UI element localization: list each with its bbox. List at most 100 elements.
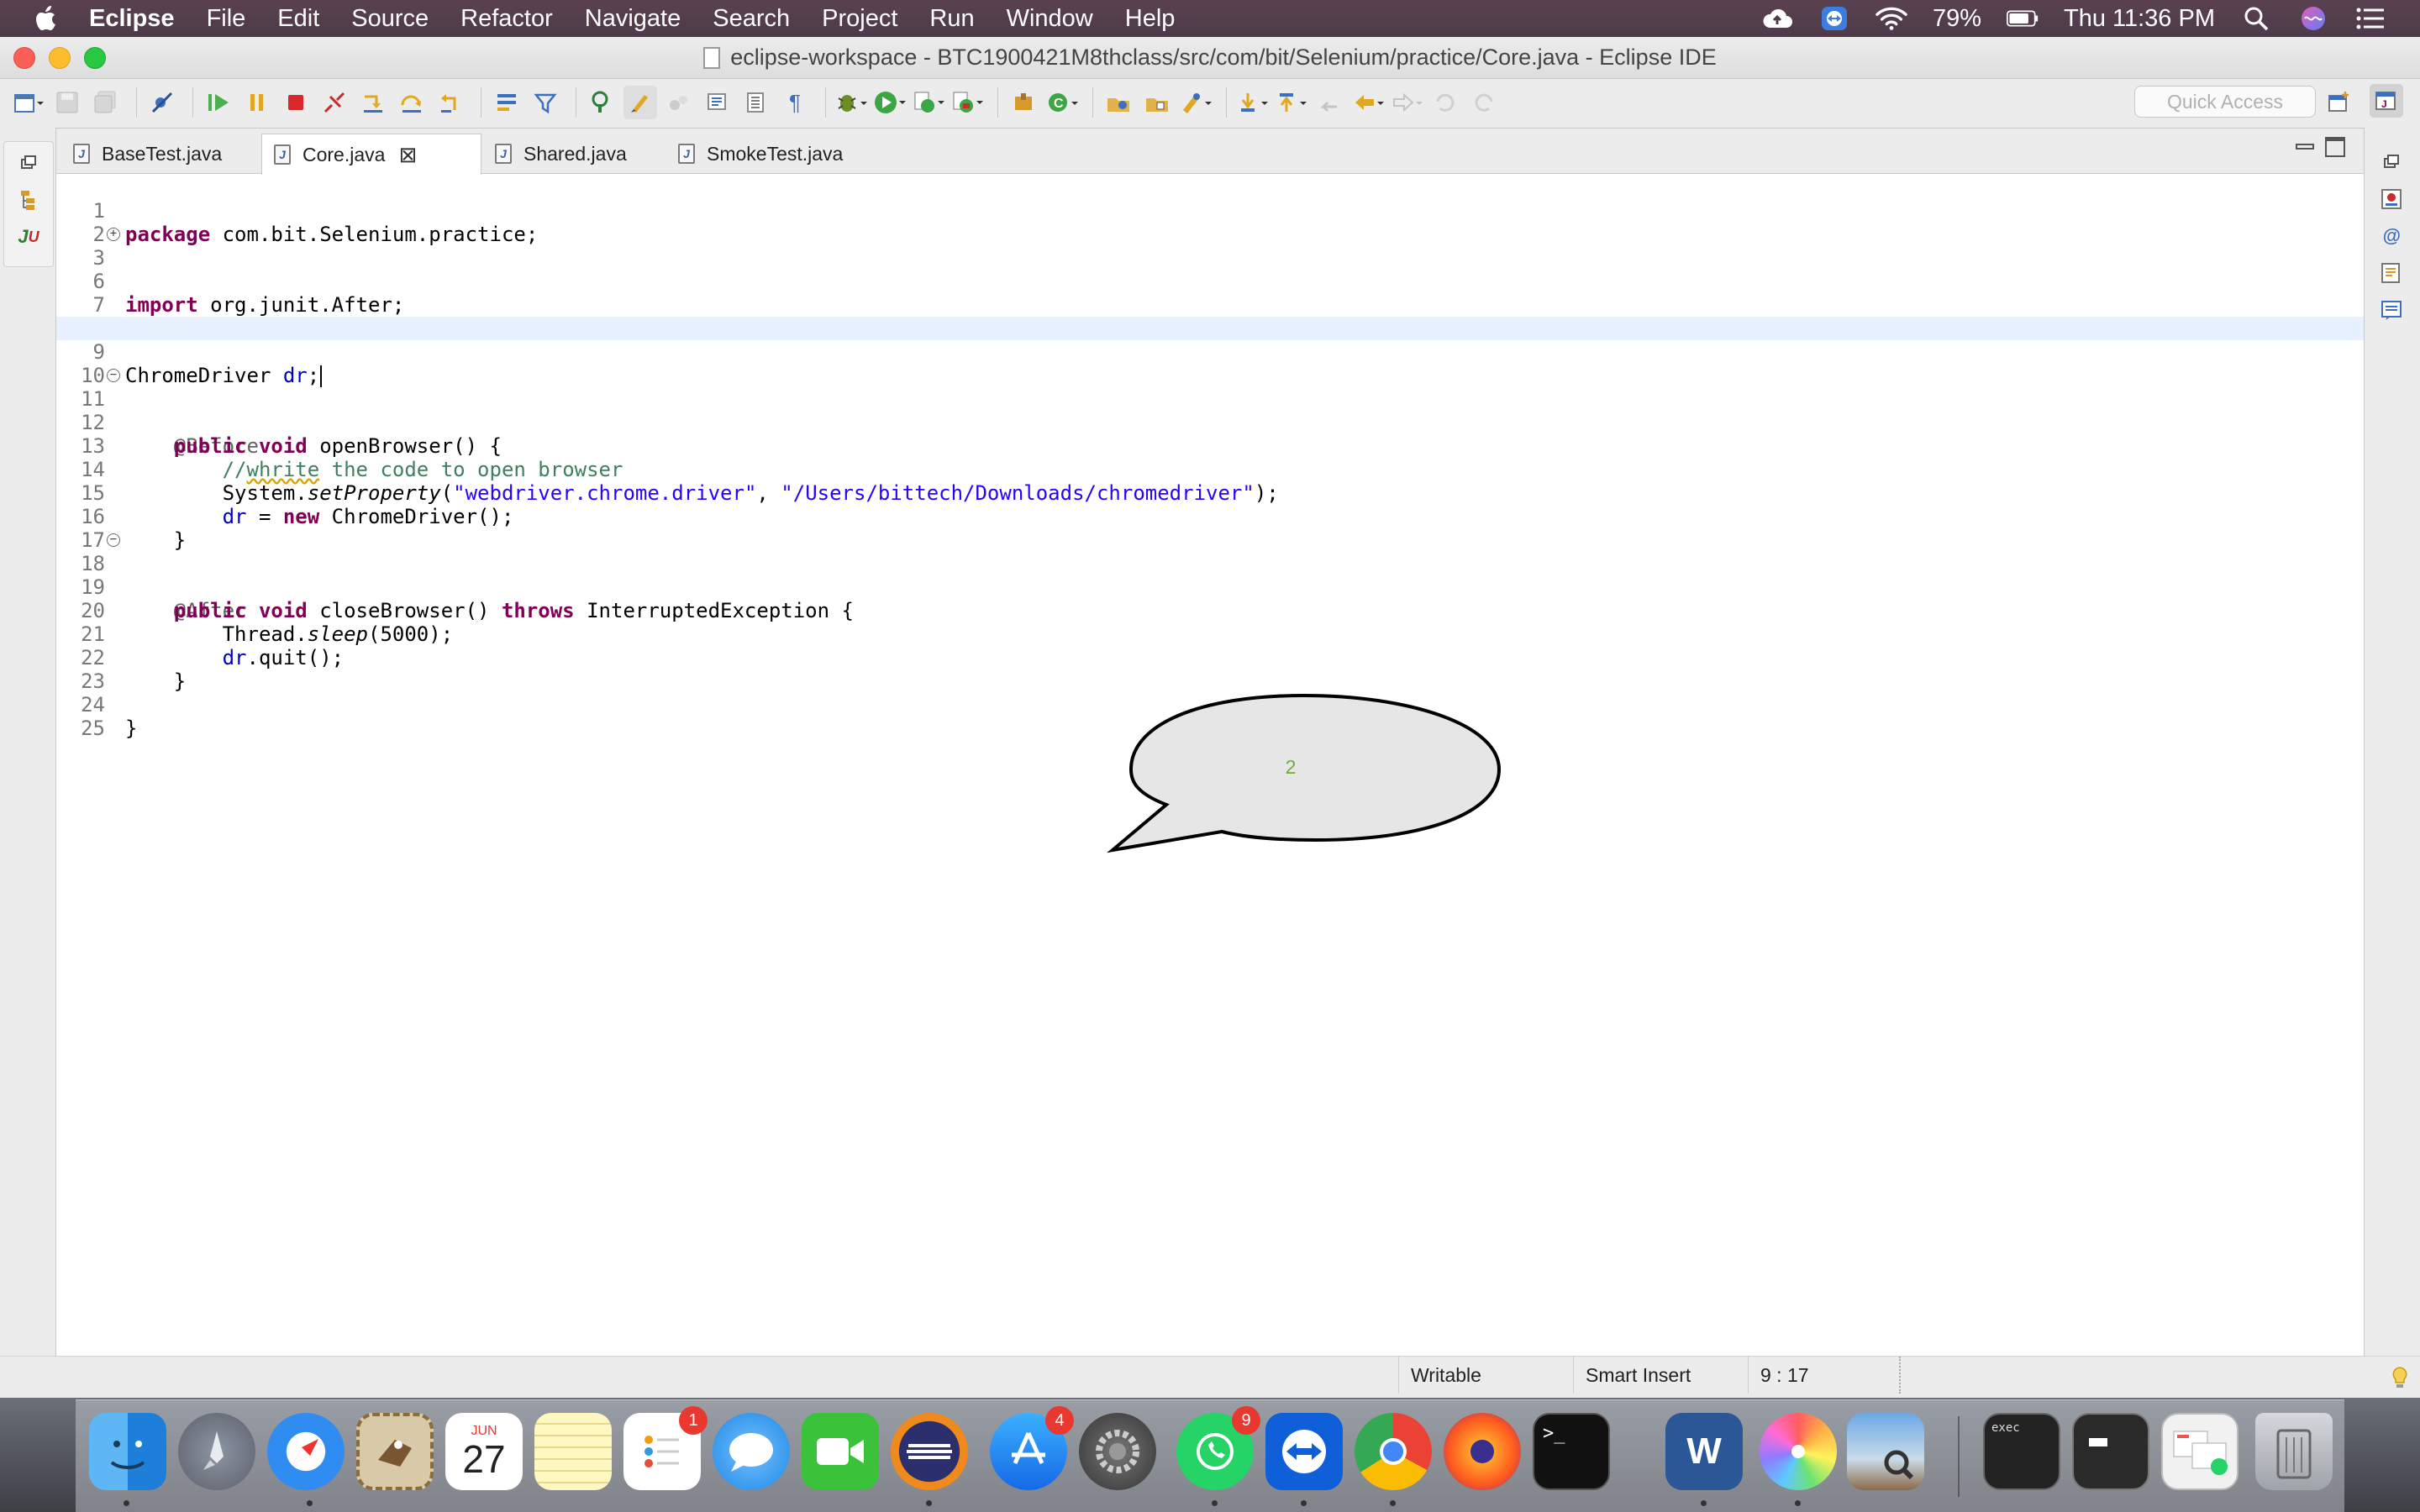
debug-icon[interactable] <box>834 86 868 119</box>
menu-project[interactable]: Project <box>822 5 897 33</box>
previous-annotation-icon[interactable] <box>1274 86 1307 119</box>
photos-icon[interactable] <box>1760 1413 1837 1490</box>
system-preferences-icon[interactable] <box>1079 1413 1156 1490</box>
open-perspective-icon[interactable] <box>2323 86 2356 119</box>
menu-search[interactable]: Search <box>713 5 790 33</box>
menu-navigate[interactable]: Navigate <box>585 5 681 33</box>
maximize-view-icon[interactable] <box>2325 137 2345 157</box>
tab-core[interactable]: J Core.java ⊠ <box>261 134 481 175</box>
next-annotation-icon[interactable] <box>1235 86 1269 119</box>
new-wizard-icon[interactable] <box>12 86 45 119</box>
drop-to-frame-icon[interactable] <box>490 86 523 119</box>
calendar-icon[interactable]: JUN 27 <box>445 1413 523 1490</box>
downloads-stack-icon[interactable] <box>2161 1413 2238 1490</box>
facetime-icon[interactable] <box>802 1413 879 1490</box>
menu-run[interactable]: Run <box>929 5 974 33</box>
window-minimize-button[interactable] <box>49 47 71 69</box>
finder-icon[interactable] <box>89 1413 166 1490</box>
spotlight-search-icon[interactable] <box>2240 6 2272 31</box>
open-type-icon[interactable] <box>1102 86 1135 119</box>
collapse-fold-icon[interactable]: − <box>107 369 120 382</box>
app-menu-eclipse[interactable]: Eclipse <box>89 5 175 33</box>
terminal-icon[interactable]: >_ <box>1533 1413 1610 1490</box>
terminate-icon[interactable] <box>279 86 313 119</box>
quick-access-field[interactable]: Quick Access <box>2134 86 2316 118</box>
last-edit-location-icon[interactable] <box>1313 86 1346 119</box>
new-java-class-icon[interactable]: C <box>1045 86 1079 119</box>
eclipse-dock-icon[interactable] <box>891 1413 968 1490</box>
lightbulb-icon[interactable] <box>2391 1366 2408 1389</box>
toggle-mark-occurrences-icon[interactable] <box>623 86 657 119</box>
close-tab-icon[interactable]: ⊠ <box>398 142 417 168</box>
tab-shared[interactable]: J Shared.java <box>483 134 666 174</box>
search-tool-icon[interactable] <box>1179 86 1213 119</box>
external-tools-icon[interactable] <box>950 86 984 119</box>
exec-document-icon[interactable]: exec <box>1983 1413 2060 1490</box>
launchpad-icon[interactable] <box>178 1413 255 1490</box>
step-return-icon[interactable] <box>434 86 467 119</box>
toggle-ant-editor-icon[interactable] <box>585 86 618 119</box>
java-perspective-icon[interactable]: J <box>2370 84 2403 118</box>
show-whitespace-icon[interactable] <box>701 86 734 119</box>
menu-help[interactable]: Help <box>1125 5 1176 33</box>
firefox-icon[interactable] <box>1444 1413 1521 1490</box>
package-explorer-icon[interactable] <box>16 187 41 213</box>
window-close-button[interactable] <box>13 47 35 69</box>
status-cursor-position[interactable]: 9 : 17 <box>1748 1357 1899 1394</box>
reminders-icon[interactable]: 1 <box>623 1406 708 1490</box>
toggle-block-selection-icon[interactable] <box>662 86 696 119</box>
skip-breakpoints-icon[interactable] <box>145 86 179 119</box>
app-store-icon[interactable]: 4 <box>990 1406 1074 1490</box>
task-list-icon[interactable] <box>2379 186 2404 212</box>
open-task-icon[interactable] <box>1140 86 1174 119</box>
step-into-icon[interactable] <box>356 86 390 119</box>
save-icon[interactable] <box>50 86 84 119</box>
preview-icon[interactable] <box>1847 1413 1924 1490</box>
resume-icon[interactable] <box>202 86 235 119</box>
terminal-window-stack-icon[interactable] <box>2072 1413 2149 1490</box>
menu-file[interactable]: File <box>207 5 246 33</box>
declaration-icon[interactable] <box>2379 260 2404 286</box>
junit-icon[interactable]: JU <box>16 224 41 249</box>
teamviewer-menu-icon[interactable] <box>1818 6 1850 31</box>
battery-icon[interactable] <box>2006 6 2039 31</box>
tab-basetest[interactable]: J BaseTest.java <box>61 134 260 174</box>
forward-icon[interactable] <box>1390 86 1423 119</box>
wifi-icon[interactable] <box>1876 6 1907 31</box>
menu-edit[interactable]: Edit <box>277 5 319 33</box>
undo-history-icon[interactable] <box>1428 86 1462 119</box>
save-all-icon[interactable] <box>89 86 123 119</box>
notification-center-icon[interactable] <box>2354 6 2386 31</box>
teamviewer-dock-icon[interactable] <box>1265 1413 1343 1490</box>
redo-history-icon[interactable] <box>1467 86 1501 119</box>
status-insert-mode[interactable]: Smart Insert <box>1573 1357 1748 1394</box>
menu-window[interactable]: Window <box>1007 5 1093 33</box>
safari-icon[interactable] <box>267 1413 345 1490</box>
tab-smoketest[interactable]: J SmokeTest.java <box>666 134 860 174</box>
siri-icon[interactable] <box>2297 6 2329 31</box>
pilcrow-icon[interactable]: ¶ <box>778 86 812 119</box>
expand-fold-icon[interactable]: + <box>107 228 120 241</box>
collapse-fold-icon[interactable]: − <box>107 533 120 547</box>
word-icon[interactable]: W <box>1665 1413 1743 1490</box>
window-fullscreen-button[interactable] <box>84 47 106 69</box>
menu-refactor[interactable]: Refactor <box>460 5 553 33</box>
mail-stamp-icon[interactable] <box>356 1413 434 1490</box>
toggle-word-wrap-icon[interactable] <box>739 86 773 119</box>
whatsapp-icon[interactable]: 9 <box>1176 1406 1260 1490</box>
apple-menu-icon[interactable] <box>35 4 60 33</box>
coverage-icon[interactable] <box>912 86 945 119</box>
restore-view-icon[interactable] <box>16 150 41 176</box>
console-icon[interactable] <box>2379 297 2404 323</box>
menubar-clock[interactable]: Thu 11:36 PM <box>2064 5 2215 33</box>
suspend-icon[interactable] <box>240 86 274 119</box>
messages-icon[interactable] <box>713 1413 790 1490</box>
disconnect-icon[interactable] <box>318 86 351 119</box>
menu-source[interactable]: Source <box>351 5 429 33</box>
trash-icon[interactable] <box>2255 1413 2333 1490</box>
step-over-icon[interactable] <box>395 86 429 119</box>
battery-percent[interactable]: 79% <box>1933 5 1981 33</box>
restore-view-icon[interactable] <box>2379 150 2404 175</box>
icloud-upload-icon[interactable] <box>1761 6 1793 31</box>
new-java-project-icon[interactable] <box>1007 86 1040 119</box>
